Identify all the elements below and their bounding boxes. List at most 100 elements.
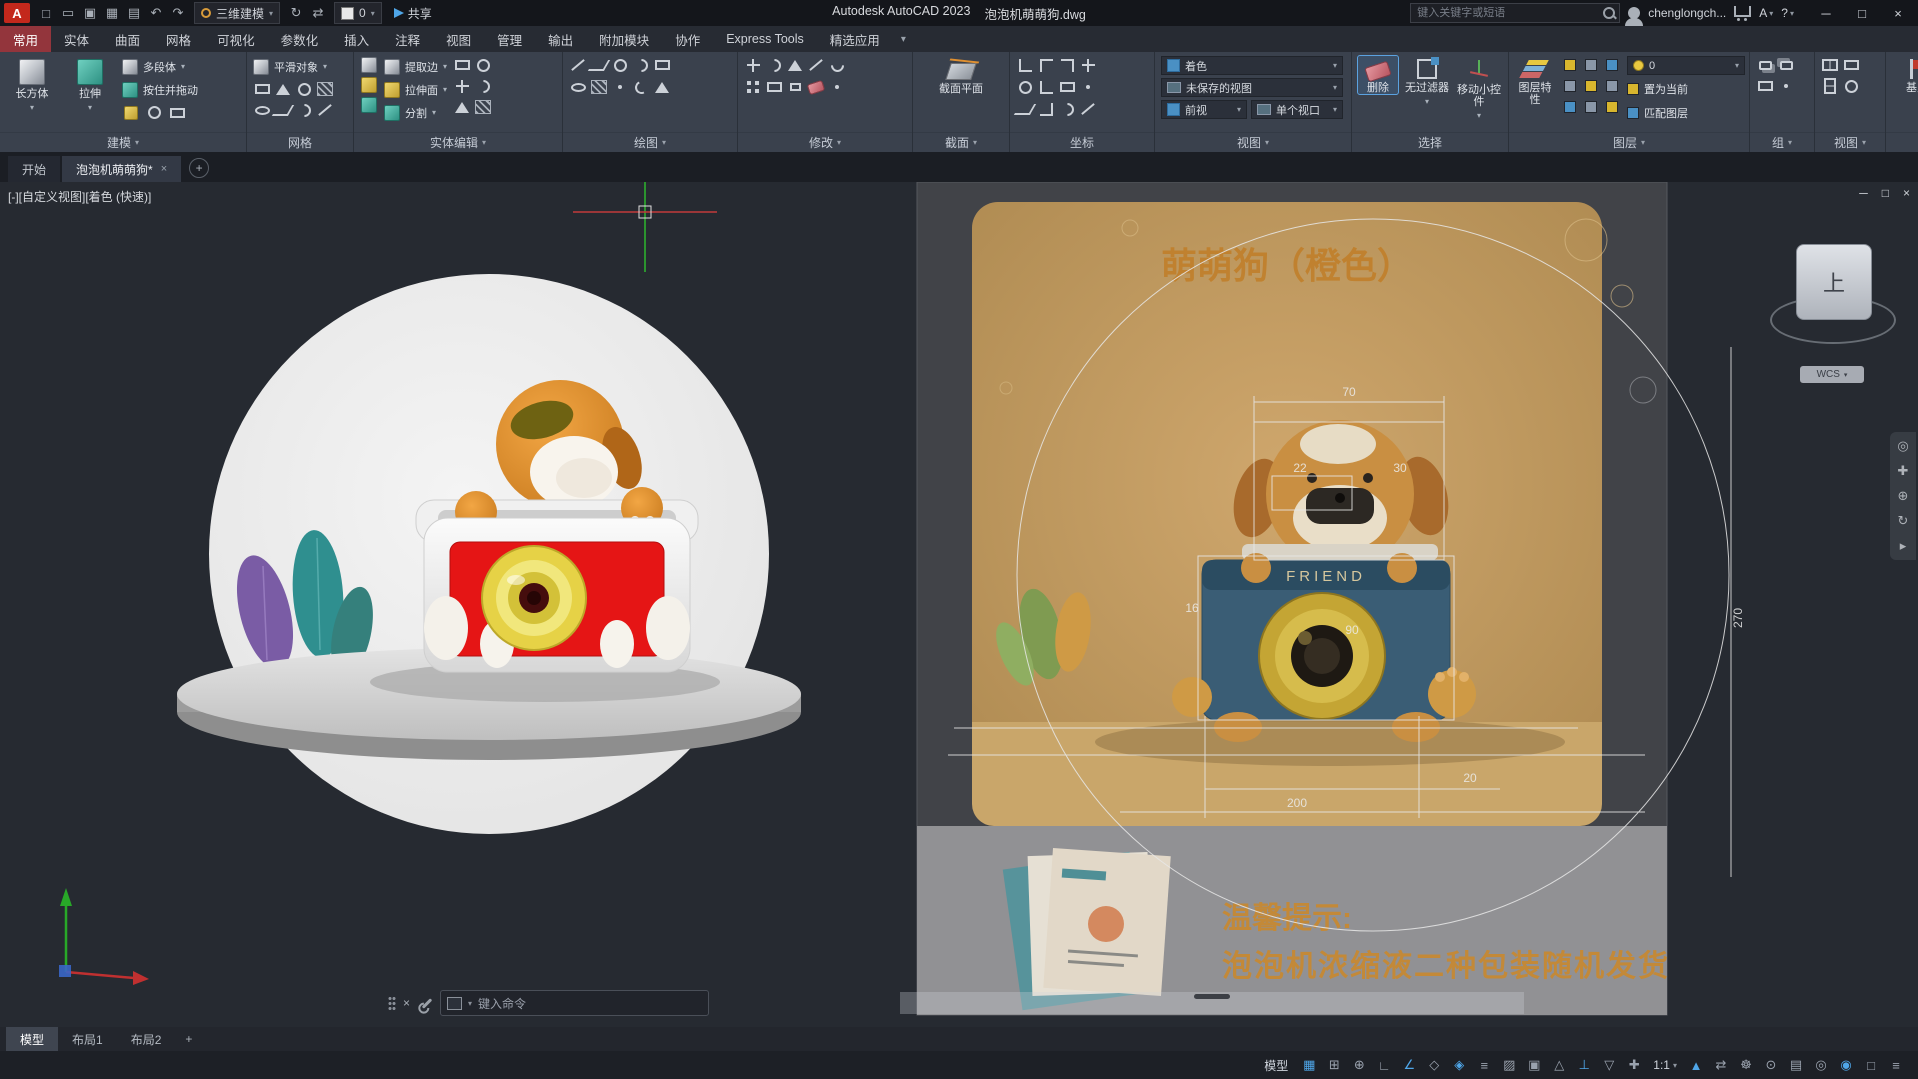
panel-label-draw[interactable]: 绘图: [563, 132, 737, 152]
panel-label-section[interactable]: 截面: [913, 132, 1009, 152]
plot-icon[interactable]: ▤: [124, 3, 144, 23]
tool-icon[interactable]: [474, 98, 492, 116]
workspace-switcher[interactable]: 三维建模: [194, 2, 280, 24]
annotation-scale-dropdown[interactable]: 1:1: [1653, 1058, 1677, 1072]
command-input[interactable]: ▾ 键入命令: [440, 990, 709, 1016]
panel-label-modeling[interactable]: 建模: [0, 132, 246, 152]
panel-label-solid-editing[interactable]: 实体编辑: [354, 132, 562, 152]
zoom-icon[interactable]: ⊕: [1898, 488, 1909, 504]
erase-button[interactable]: 删除: [1358, 56, 1398, 94]
command-panel-grip[interactable]: [1194, 994, 1230, 999]
command-history-arrow-icon[interactable]: ▾: [468, 999, 472, 1008]
trim-tool-icon[interactable]: [807, 56, 825, 74]
lineweight-icon[interactable]: ≡: [1472, 1058, 1496, 1073]
restore-button[interactable]: □: [1844, 0, 1880, 26]
array-tool-icon[interactable]: [744, 78, 762, 96]
viewport-tool-icon[interactable]: [1821, 56, 1839, 74]
new-tab-button[interactable]: +: [189, 158, 209, 178]
open-file-icon[interactable]: ▭: [58, 3, 78, 23]
fillet-tool-icon[interactable]: [828, 56, 846, 74]
named-views-dropdown[interactable]: 未保存的视图: [1161, 78, 1343, 97]
drawing-close-button[interactable]: ×: [1903, 186, 1910, 200]
annotation-monitor-icon[interactable]: ⊙: [1759, 1057, 1783, 1073]
snap-icon[interactable]: ⊞: [1322, 1057, 1346, 1073]
qat-value-dropdown[interactable]: 0: [334, 2, 382, 24]
base-point-button[interactable]: 基点: [1895, 56, 1918, 94]
erase-tool-icon[interactable]: [807, 78, 825, 96]
presspull-button[interactable]: 按住并拖动: [122, 79, 198, 100]
drawing-restore-button[interactable]: □: [1882, 186, 1889, 200]
command-close-icon[interactable]: ×: [403, 996, 410, 1010]
panel-label-modify[interactable]: 修改: [738, 132, 912, 152]
arc-tool-icon[interactable]: [632, 56, 650, 74]
ucs-tool-icon[interactable]: [1037, 78, 1055, 96]
panel-label-view[interactable]: 视图: [1155, 132, 1351, 152]
file-tab-start[interactable]: 开始: [8, 156, 60, 182]
group-edit-tool-icon[interactable]: [1756, 77, 1774, 95]
close-tab-icon[interactable]: ×: [161, 163, 167, 175]
extract-edges-button[interactable]: 提取边: [384, 56, 447, 77]
tool-icon[interactable]: [360, 76, 378, 94]
tool-icon[interactable]: [145, 104, 163, 122]
layer-properties-button[interactable]: 图层特性: [1515, 56, 1555, 106]
new-file-icon[interactable]: □: [36, 3, 56, 23]
undo-icon[interactable]: ↶: [146, 3, 166, 23]
tool-icon[interactable]: [253, 101, 271, 119]
gizmo-toggle-icon[interactable]: ✚: [1622, 1057, 1646, 1073]
move-gizmo-button[interactable]: 移动小控件: [1456, 56, 1502, 120]
transfer-icon[interactable]: ⇄: [308, 3, 328, 23]
ucs-tool-icon[interactable]: [1037, 56, 1055, 74]
ribbon-tab-featured-apps[interactable]: 精选应用: [817, 26, 893, 52]
ungroup-tool-icon[interactable]: [1777, 56, 1795, 74]
ribbon-tab-mesh[interactable]: 网格: [153, 26, 204, 52]
tool-icon[interactable]: [474, 56, 492, 74]
ribbon-tab-view[interactable]: 视图: [433, 26, 484, 52]
pan-icon[interactable]: ✚: [1898, 463, 1909, 479]
viewport-controls-label[interactable]: [-][自定义视图][着色 (快速)]: [8, 188, 151, 205]
view-direction-dropdown[interactable]: 前视: [1161, 100, 1247, 119]
orbit-icon[interactable]: ↻: [1898, 513, 1909, 529]
panel-label-coordinates[interactable]: 坐标: [1010, 132, 1154, 152]
ucs-tool-icon[interactable]: [1058, 56, 1076, 74]
layer-tool-icon[interactable]: [1603, 56, 1621, 74]
polar-tracking-icon[interactable]: ∠: [1397, 1057, 1421, 1073]
command-history-panel[interactable]: [900, 992, 1524, 1014]
mirror-tool-icon[interactable]: [786, 56, 804, 74]
set-current-layer-button[interactable]: 置为当前: [1627, 78, 1745, 99]
reference-image[interactable]: 萌萌狗（橙色）: [917, 182, 1670, 1015]
model-viewport[interactable]: 萌萌狗（橙色）: [0, 182, 1918, 1027]
tool-icon[interactable]: [295, 101, 313, 119]
object-snap-icon[interactable]: ◈: [1447, 1057, 1471, 1073]
showmotion-icon[interactable]: ▸: [1900, 538, 1907, 554]
ucs-tool-icon[interactable]: [1016, 100, 1034, 118]
viewcube[interactable]: 上 WCS: [1786, 240, 1882, 390]
panel-label-selection[interactable]: 选择: [1352, 132, 1508, 152]
workspace-switching-icon[interactable]: ☸: [1734, 1057, 1758, 1073]
wcs-dropdown[interactable]: WCS: [1800, 366, 1864, 383]
app-menu-button[interactable]: A: [4, 3, 30, 23]
ucs-tool-icon[interactable]: [1058, 78, 1076, 96]
tool-icon[interactable]: [274, 101, 292, 119]
smooth-object-button[interactable]: 平滑对象: [253, 56, 327, 77]
tool-icon[interactable]: [253, 80, 271, 98]
dynamic-ucs-icon[interactable]: ⊥: [1572, 1057, 1596, 1073]
scale-tool-icon[interactable]: [786, 78, 804, 96]
ribbon-tab-home[interactable]: 常用: [0, 26, 51, 52]
rotate-tool-icon[interactable]: [765, 56, 783, 74]
panel-label-groups[interactable]: 组: [1750, 132, 1814, 152]
ribbon-tab-solid[interactable]: 实体: [51, 26, 102, 52]
share-button[interactable]: 共享: [394, 5, 432, 22]
tool-icon[interactable]: [168, 104, 186, 122]
tool-icon[interactable]: [474, 77, 492, 95]
ucs-tool-icon[interactable]: [1079, 100, 1097, 118]
clean-screen-icon[interactable]: □: [1859, 1058, 1883, 1073]
search-input[interactable]: [1415, 6, 1599, 20]
file-tab-document[interactable]: 泡泡机萌萌狗* ×: [62, 156, 181, 182]
ribbon-tab-parametric[interactable]: 参数化: [268, 26, 332, 52]
isodraft-icon[interactable]: ◇: [1422, 1057, 1446, 1073]
layer-tool-icon[interactable]: [1582, 77, 1600, 95]
subobject-filter-button[interactable]: 无过滤器: [1404, 56, 1450, 106]
panel-label-view2[interactable]: 视图: [1815, 132, 1885, 152]
isolate-objects-icon[interactable]: ◎: [1809, 1057, 1833, 1073]
save-icon[interactable]: ▣: [80, 3, 100, 23]
